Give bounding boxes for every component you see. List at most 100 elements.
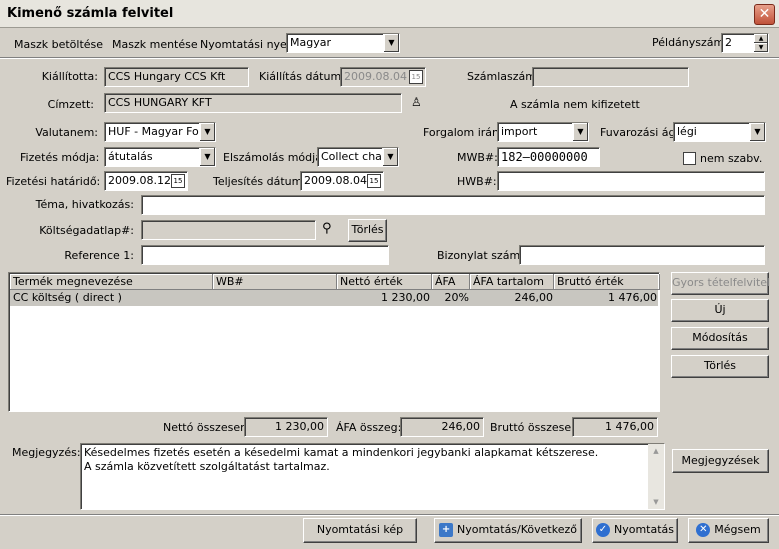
- chevron-down-icon: ▼: [382, 148, 398, 166]
- traffic-value: import: [501, 125, 538, 138]
- close-icon[interactable]: ✕: [754, 4, 775, 25]
- cost-sheet-label: Költségadatlap#:: [39, 224, 134, 237]
- notes-button[interactable]: Megjegyzések: [672, 449, 769, 473]
- notes-line: Késedelmes fizetés esetén a késedelmi ka…: [84, 446, 599, 459]
- save-mask-button[interactable]: Maszk mentése: [112, 38, 198, 52]
- notes-label: Megjegyzés:: [12, 446, 81, 459]
- table-header: Termék megnevezése WB# Nettó érték ÁFA Á…: [10, 274, 660, 290]
- deadline-field[interactable]: 2009.08.12 15: [104, 171, 188, 191]
- chevron-down-icon: ▼: [572, 123, 588, 141]
- hwb-label: HWB#:: [457, 175, 497, 188]
- traffic-label: Forgalom irány:: [423, 126, 509, 139]
- copies-value: 2: [725, 36, 732, 49]
- print-preview-button[interactable]: Nyomtatási kép: [303, 518, 417, 543]
- issue-date-value: 2009.08.04: [344, 70, 407, 83]
- chevron-down-icon: ▼: [749, 123, 765, 141]
- person-icon[interactable]: ♙: [411, 95, 422, 111]
- scrollbar[interactable]: ▲ ▼: [648, 444, 664, 509]
- notes-line: A számla közvetített szolgáltatást tarta…: [84, 460, 330, 473]
- deadline-label: Fizetési határidő:: [6, 175, 101, 188]
- completion-field[interactable]: 2009.08.04 15: [300, 171, 384, 191]
- voucher-field[interactable]: [519, 245, 765, 265]
- printer-plus-icon: +: [439, 523, 454, 537]
- notes-textarea[interactable]: Késedelmes fizetés esetén a késedelmi ka…: [80, 443, 665, 510]
- payment-select[interactable]: átutalás ▼: [104, 147, 216, 167]
- deadline-value: 2009.08.12: [108, 174, 171, 187]
- traffic-select[interactable]: import ▼: [497, 122, 589, 142]
- column-header[interactable]: ÁFA tartalom: [470, 274, 554, 290]
- mwb-label: MWB#:: [457, 151, 498, 164]
- close-icon: ✕: [696, 523, 711, 537]
- payment-label: Fizetés módja:: [20, 151, 100, 164]
- column-header[interactable]: Bruttó érték: [554, 274, 660, 290]
- calendar-icon[interactable]: 15: [367, 174, 381, 188]
- cancel-label: Mégsem: [714, 523, 761, 536]
- print-lang-value: Magyar: [290, 36, 331, 49]
- copies-stepper[interactable]: 2 ▲ ▼: [721, 33, 769, 53]
- divider: [0, 57, 779, 59]
- quick-entry-button[interactable]: Gyors tételfelvitel: [671, 272, 770, 295]
- modify-button[interactable]: Módosítás: [671, 327, 769, 350]
- cancel-button[interactable]: ✕ Mégsem: [688, 518, 769, 543]
- print-next-label: Nyomtatás/Következő: [457, 523, 577, 536]
- divider: [0, 514, 779, 516]
- load-mask-button[interactable]: Maszk betöltése: [14, 38, 103, 52]
- mwb-field[interactable]: 182—00000000: [497, 147, 600, 167]
- column-header[interactable]: Nettó érték: [337, 274, 432, 290]
- invoice-no-label: Számlaszám:: [467, 70, 540, 83]
- addressee-label: Címzett:: [47, 98, 94, 111]
- arrow-down-icon[interactable]: ▼: [754, 43, 768, 52]
- non-std-checkbox[interactable]: [683, 152, 696, 165]
- issuer-field: CCS Hungary CCS Kft: [104, 67, 249, 87]
- new-button[interactable]: Új: [671, 299, 769, 322]
- items-table[interactable]: Termék megnevezése WB# Nettó érték ÁFA Á…: [8, 272, 660, 412]
- subject-label: Téma, hivatkozás:: [35, 198, 134, 211]
- check-icon: ✓: [595, 523, 610, 537]
- title-bar: Kimenő számla felvitel ✕: [0, 0, 779, 28]
- transport-value: légi: [677, 125, 697, 138]
- arrow-down-icon[interactable]: ▼: [648, 495, 664, 509]
- currency-select[interactable]: HUF - Magyar Forint ▼: [104, 122, 216, 142]
- transport-select[interactable]: légi ▼: [673, 122, 766, 142]
- table-row[interactable]: CC költség ( direct ) 1 230,00 20% 246,0…: [10, 290, 658, 306]
- issuer-label: Kiállította:: [41, 70, 98, 83]
- settlement-label: Elszámolás módja:: [223, 151, 326, 164]
- calendar-icon: 15: [409, 70, 423, 84]
- reference-field[interactable]: [141, 245, 389, 265]
- currency-label: Valutanem:: [35, 126, 98, 139]
- column-header[interactable]: WB#: [213, 274, 337, 290]
- completion-label: Teljesítés dátuma:: [213, 175, 313, 188]
- subject-field[interactable]: [141, 195, 765, 215]
- cell-vat-amount: 246,00: [514, 291, 554, 304]
- settlement-select[interactable]: Collect charges ▼: [317, 147, 399, 167]
- non-std-label: nem szabv.: [700, 152, 763, 165]
- chevron-down-icon: ▼: [199, 123, 215, 141]
- arrow-up-icon[interactable]: ▲: [648, 444, 664, 458]
- copies-label: Példányszám:: [652, 36, 728, 49]
- print-next-button[interactable]: + Nyomtatás/Következő: [434, 518, 582, 543]
- cell-net: 1 230,00: [381, 291, 430, 304]
- arrow-up-icon[interactable]: ▲: [754, 34, 768, 43]
- cell-gross: 1 476,00: [608, 291, 657, 304]
- delete-button[interactable]: Törlés: [671, 355, 769, 378]
- calendar-icon[interactable]: 15: [171, 174, 185, 188]
- reference-label: Reference 1:: [64, 249, 134, 262]
- column-header[interactable]: ÁFA: [432, 274, 470, 290]
- cell-vat: 20%: [444, 291, 469, 304]
- hwb-field[interactable]: [497, 171, 765, 191]
- net-total-field: 1 230,00: [244, 417, 328, 437]
- paid-status-text: A számla nem kifizetett: [510, 98, 640, 111]
- search-binoculars-icon[interactable]: ⚲: [322, 221, 332, 236]
- print-button[interactable]: ✓ Nyomtatás: [592, 518, 678, 543]
- voucher-label: Bizonylat száma:: [437, 249, 531, 262]
- gross-total-field: 1 476,00: [572, 417, 658, 437]
- transport-label: Fuvarozási ág:: [600, 126, 680, 139]
- print-lang-select[interactable]: Magyar ▼: [286, 33, 400, 53]
- cost-clear-button[interactable]: Törlés: [348, 219, 387, 242]
- cell-name: CC költség ( direct ): [13, 291, 122, 304]
- addressee-field: CCS HUNGARY KFT: [104, 93, 402, 113]
- column-header[interactable]: Termék megnevezése: [10, 274, 213, 290]
- net-total-label: Nettó összesen:: [163, 421, 251, 434]
- vat-total-field: 246,00: [400, 417, 484, 437]
- print-lang-label: Nyomtatási nyelv:: [200, 38, 300, 51]
